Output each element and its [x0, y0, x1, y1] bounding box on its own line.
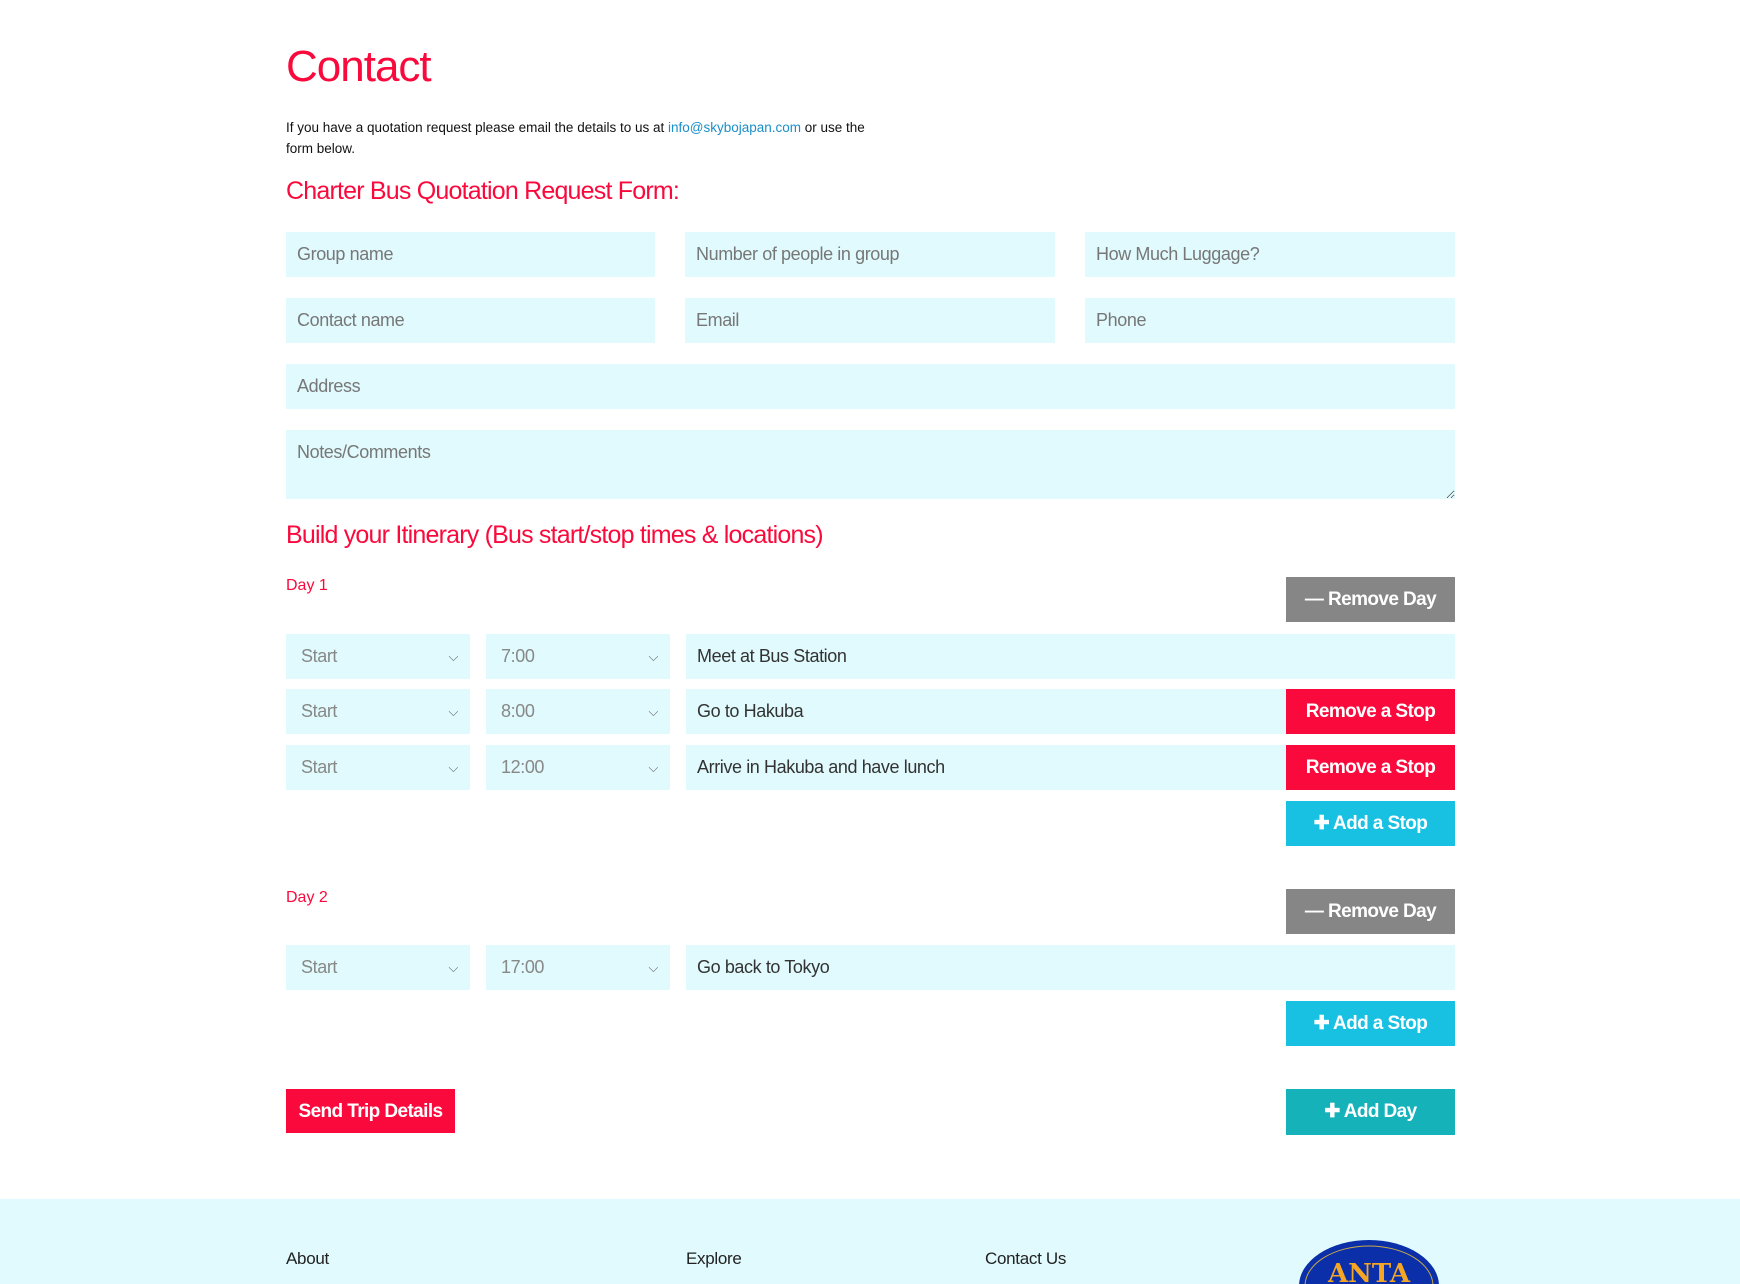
remove-day-label: Remove Day — [1328, 589, 1437, 610]
intro-text: If you have a quotation request please e… — [286, 117, 866, 159]
plus-icon: ✚ — [1313, 1013, 1333, 1034]
footer-explore[interactable]: Explore — [686, 1249, 742, 1269]
stop-type-value: Start — [301, 757, 338, 777]
stop-type-value: Start — [301, 957, 338, 977]
stop-location-input[interactable] — [686, 945, 1455, 990]
add-stop-button[interactable]: ✚ Add a Stop — [1286, 1001, 1455, 1046]
stop-time-select[interactable]: 8:00 ⌵ — [486, 689, 670, 734]
day-label: Day 2 — [286, 889, 328, 906]
contact-name-input[interactable] — [286, 298, 655, 343]
stop-time-value: 17:00 — [501, 957, 545, 977]
chevron-down-icon: ⌵ — [648, 960, 659, 975]
day-label: Day 1 — [286, 577, 328, 594]
chevron-down-icon: ⌵ — [648, 760, 659, 775]
page-title: Contact — [286, 42, 432, 91]
stop-time-value: 7:00 — [501, 646, 535, 666]
stop-time-select[interactable]: 17:00 ⌵ — [486, 945, 670, 990]
stop-type-value: Start — [301, 646, 338, 666]
anta-logo: ANTA — [1299, 1240, 1439, 1284]
add-stop-label: Add a Stop — [1333, 813, 1428, 834]
stop-type-value: Start — [301, 701, 338, 721]
email-link[interactable]: info@skybojapan.com — [668, 120, 801, 135]
stop-location-input[interactable] — [686, 689, 1286, 734]
chevron-down-icon: ⌵ — [448, 704, 459, 719]
footer: About Explore Contact Us ANTA — [0, 1199, 1740, 1284]
chevron-down-icon: ⌵ — [448, 960, 459, 975]
chevron-down-icon: ⌵ — [448, 649, 459, 664]
footer-contact-us[interactable]: Contact Us — [985, 1249, 1066, 1269]
stop-type-select[interactable]: Start ⌵ — [286, 634, 470, 679]
phone-input[interactable] — [1085, 298, 1455, 343]
people-count-input[interactable] — [685, 232, 1055, 277]
remove-day-label: Remove Day — [1328, 901, 1437, 922]
stop-type-select[interactable]: Start ⌵ — [286, 945, 470, 990]
add-day-button[interactable]: ✚ Add Day — [1286, 1089, 1455, 1135]
plus-icon: ✚ — [1313, 813, 1333, 834]
add-day-label: Add Day — [1343, 1101, 1417, 1122]
remove-stop-button[interactable]: Remove a Stop — [1286, 689, 1455, 734]
chevron-down-icon: ⌵ — [648, 649, 659, 664]
svg-text:ANTA: ANTA — [1327, 1259, 1411, 1284]
chevron-down-icon: ⌵ — [648, 704, 659, 719]
stop-time-select[interactable]: 7:00 ⌵ — [486, 634, 670, 679]
stop-time-select[interactable]: 12:00 ⌵ — [486, 745, 670, 790]
stop-type-select[interactable]: Start ⌵ — [286, 745, 470, 790]
send-trip-details-button[interactable]: Send Trip Details — [286, 1089, 455, 1133]
remove-stop-button[interactable]: Remove a Stop — [1286, 745, 1455, 790]
luggage-input[interactable] — [1085, 232, 1455, 277]
plus-icon: ✚ — [1324, 1101, 1344, 1122]
minus-icon: — — [1304, 901, 1329, 922]
stop-type-select[interactable]: Start ⌵ — [286, 689, 470, 734]
remove-day-button[interactable]: — Remove Day — [1286, 889, 1455, 934]
address-input[interactable] — [286, 364, 1455, 409]
notes-textarea[interactable] — [286, 430, 1455, 499]
email-input[interactable] — [685, 298, 1055, 343]
stop-time-value: 12:00 — [501, 757, 545, 777]
group-name-input[interactable] — [286, 232, 655, 277]
minus-icon: — — [1304, 589, 1329, 610]
add-stop-label: Add a Stop — [1333, 1013, 1428, 1034]
footer-about[interactable]: About — [286, 1249, 329, 1269]
stop-time-value: 8:00 — [501, 701, 535, 721]
remove-day-button[interactable]: — Remove Day — [1286, 577, 1455, 622]
add-stop-button[interactable]: ✚ Add a Stop — [1286, 801, 1455, 846]
stop-location-input[interactable] — [686, 745, 1286, 790]
itinerary-title: Build your Itinerary (Bus start/stop tim… — [286, 521, 824, 549]
chevron-down-icon: ⌵ — [448, 760, 459, 775]
intro-before: If you have a quotation request please e… — [286, 120, 668, 135]
stop-location-input[interactable] — [686, 634, 1455, 679]
form-title: Charter Bus Quotation Request Form: — [286, 177, 680, 205]
